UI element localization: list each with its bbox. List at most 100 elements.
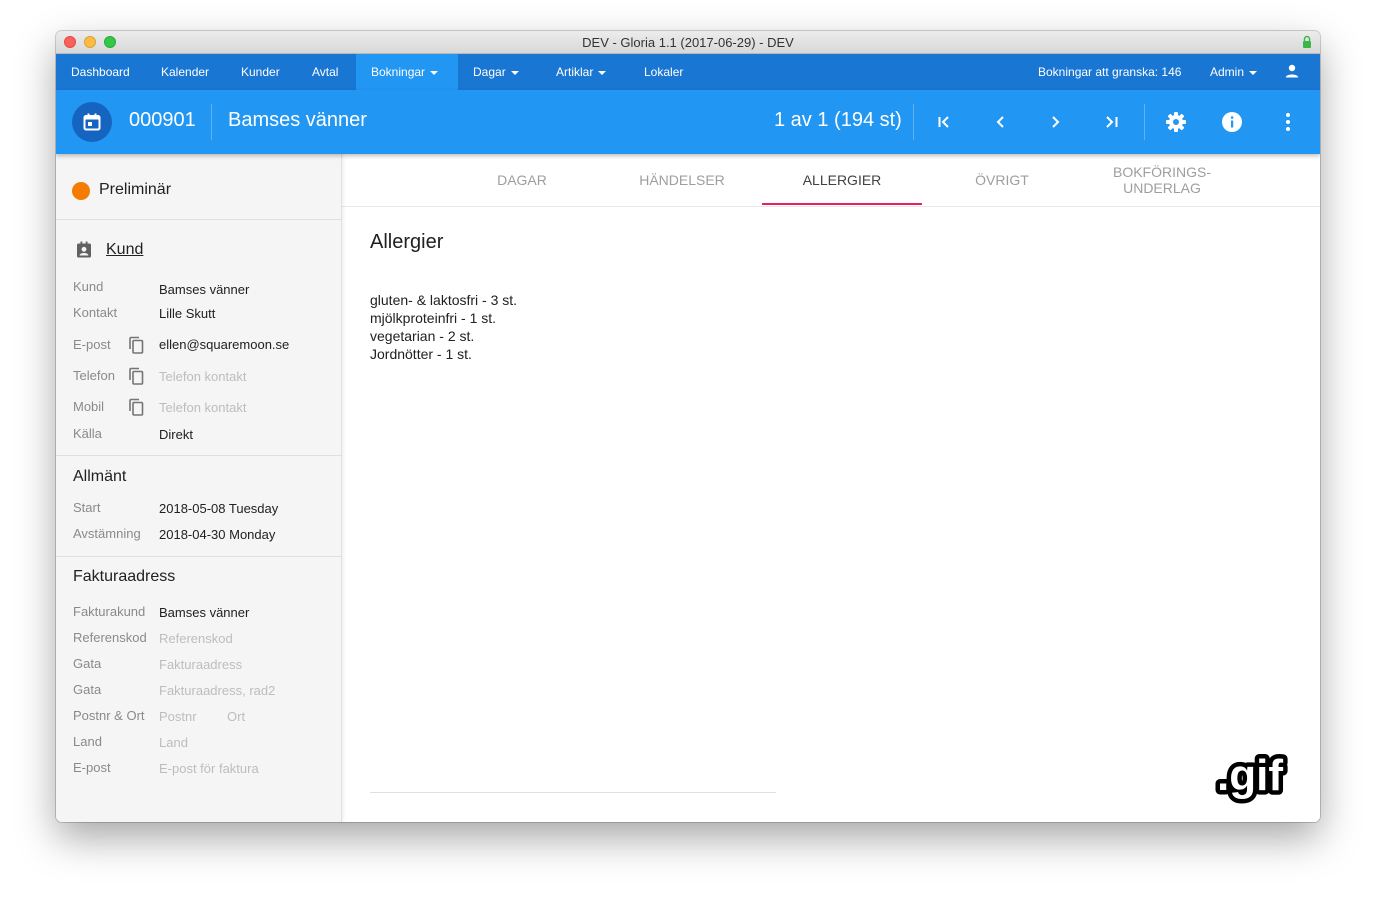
street-label: Gata <box>73 656 102 671</box>
chevron-down-icon <box>510 70 519 75</box>
nav-dagar[interactable]: Dagar <box>473 54 519 90</box>
allergies-title: Allergier <box>370 231 444 253</box>
reference-label: Referenskod <box>73 630 147 645</box>
email-label: E-post <box>73 337 111 352</box>
first-record-button[interactable] <box>931 108 959 136</box>
previous-record-button[interactable] <box>987 108 1015 136</box>
contact-value: Lille Skutt <box>159 306 216 321</box>
bookings-to-review-link[interactable]: Bokningar att granska: 146 <box>1038 54 1181 90</box>
allergy-list: gluten- & laktosfri - 3 st. mjölkprotein… <box>370 291 517 363</box>
list-item: Jordnötter - 1 st. <box>370 346 472 362</box>
title-bar: DEV - Gloria 1.1 (2017-06-29) - DEV <box>56 31 1320 54</box>
person-icon <box>1285 64 1299 78</box>
content-divider <box>370 792 776 793</box>
first-page-icon <box>938 116 949 128</box>
appbar-divider <box>211 104 212 140</box>
street-input[interactable]: Fakturaadress <box>159 657 242 672</box>
country-label: Land <box>73 734 102 749</box>
tab-bokforingsunderlag[interactable]: BOKFÖRINGS- UNDERLAG <box>1082 154 1242 206</box>
tab-dagar-label: DAGAR <box>497 172 547 188</box>
appbar-divider <box>1144 104 1145 140</box>
nav-dagar-label: Dagar <box>473 65 506 79</box>
source-value: Direkt <box>159 427 193 442</box>
tab-handelser[interactable]: HÄNDELSER <box>602 154 762 206</box>
list-item: vegetarian - 2 st. <box>370 328 475 344</box>
gif-badge: .gif <box>1213 748 1288 805</box>
user-profile-button[interactable] <box>1285 64 1299 80</box>
general-section-title: Allmänt <box>73 468 127 485</box>
calendar-icon <box>83 113 101 131</box>
street2-label: Gata <box>73 682 102 697</box>
tab-handelser-label: HÄNDELSER <box>639 172 725 188</box>
country-input[interactable]: Land <box>159 735 188 750</box>
last-page-icon <box>1106 116 1118 128</box>
customer-label: Kund <box>73 279 104 294</box>
mobile-label: Mobil <box>73 399 105 414</box>
bookings-to-review-label: Bokningar att granska: 146 <box>1038 65 1182 79</box>
info-icon <box>1222 112 1242 132</box>
tab-allergier[interactable]: ALLERGIER <box>762 154 922 206</box>
booking-sidebar: Preliminär Kund Kund Bamses vänner Konta… <box>56 154 342 822</box>
tab-bokforingsunderlag-line2: UNDERLAG <box>1123 180 1201 196</box>
tab-dagar[interactable]: DAGAR <box>442 154 602 206</box>
booking-avatar <box>72 102 112 142</box>
copy-icon[interactable] <box>128 367 144 385</box>
nav-bokningar[interactable]: Bokningar <box>356 54 458 90</box>
sidebar-divider <box>56 556 341 557</box>
city-input[interactable]: Ort <box>227 709 245 724</box>
nav-avtal-label: Avtal <box>312 65 339 79</box>
nav-dashboard-label: Dashboard <box>71 65 130 79</box>
mobile-input[interactable]: Telefon kontakt <box>159 400 246 415</box>
copy-icon[interactable] <box>128 336 144 354</box>
last-record-button[interactable] <box>1097 108 1125 136</box>
reconciliation-value: 2018-04-30 Monday <box>159 527 276 542</box>
tab-ovrigt[interactable]: ÖVRIGT <box>922 154 1082 206</box>
start-label: Start <box>73 500 101 515</box>
next-record-button[interactable] <box>1041 108 1069 136</box>
booking-app-bar: 000901 Bamses vänner 1 av 1 (194 st) <box>56 90 1320 154</box>
nav-lokaler-label: Lokaler <box>644 65 684 79</box>
gif-badge-text: .gif <box>1217 751 1283 800</box>
chevron-right-icon <box>1052 116 1060 128</box>
phone-input[interactable]: Telefon kontakt <box>159 369 246 384</box>
tab-allergier-label: ALLERGIER <box>802 172 882 188</box>
sidebar-divider <box>56 455 341 456</box>
copy-icon[interactable] <box>128 398 144 416</box>
email-value: ellen@squaremoon.se <box>159 337 290 352</box>
nav-lokaler[interactable]: Lokaler <box>644 54 683 90</box>
appbar-divider <box>913 104 914 140</box>
chevron-down-icon <box>430 70 439 75</box>
invoice-customer-label: Fakturakund <box>73 604 146 619</box>
contact-card-icon <box>77 241 91 258</box>
street2-input[interactable]: Fakturaadress, rad2 <box>159 683 275 698</box>
booking-tabs: DAGAR HÄNDELSER ALLERGIER ÖVRIGT BOKFÖRI… <box>342 154 1320 207</box>
active-tab-indicator <box>762 203 922 205</box>
tab-ovrigt-label: ÖVRIGT <box>975 172 1029 188</box>
nav-avtal[interactable]: Avtal <box>312 54 338 90</box>
admin-menu[interactable]: Admin <box>1210 54 1258 90</box>
more-options-button[interactable] <box>1274 108 1302 136</box>
settings-button[interactable] <box>1162 108 1190 136</box>
nav-kunder[interactable]: Kunder <box>241 54 280 90</box>
phone-label: Telefon <box>73 368 115 383</box>
start-value: 2018-05-08 Tuesday <box>159 501 279 516</box>
main-content: DAGAR HÄNDELSER ALLERGIER ÖVRIGT BOKFÖRI… <box>342 154 1320 822</box>
postal-code-input[interactable]: Postnr <box>159 709 197 724</box>
info-button[interactable] <box>1218 108 1246 136</box>
list-item: gluten- & laktosfri - 3 st. <box>370 292 518 308</box>
reference-input[interactable]: Referenskod <box>159 631 233 646</box>
nav-kalender-label: Kalender <box>161 65 210 79</box>
customer-section-link[interactable]: Kund <box>106 241 143 259</box>
nav-kalender[interactable]: Kalender <box>161 54 209 90</box>
lock-icon <box>1303 35 1311 48</box>
chevron-down-icon <box>598 70 607 75</box>
nav-dashboard[interactable]: Dashboard <box>71 54 130 90</box>
booking-name: Bamses vänner <box>228 109 367 131</box>
invoice-section-title: Fakturaadress <box>73 568 176 585</box>
chevron-left-icon <box>996 116 1004 128</box>
chevron-down-icon <box>1249 70 1258 75</box>
status-indicator <box>72 182 90 200</box>
nav-bokningar-label: Bokningar <box>371 65 426 79</box>
nav-artiklar[interactable]: Artiklar <box>556 54 607 90</box>
invoice-email-input[interactable]: E-post för faktura <box>159 761 259 776</box>
